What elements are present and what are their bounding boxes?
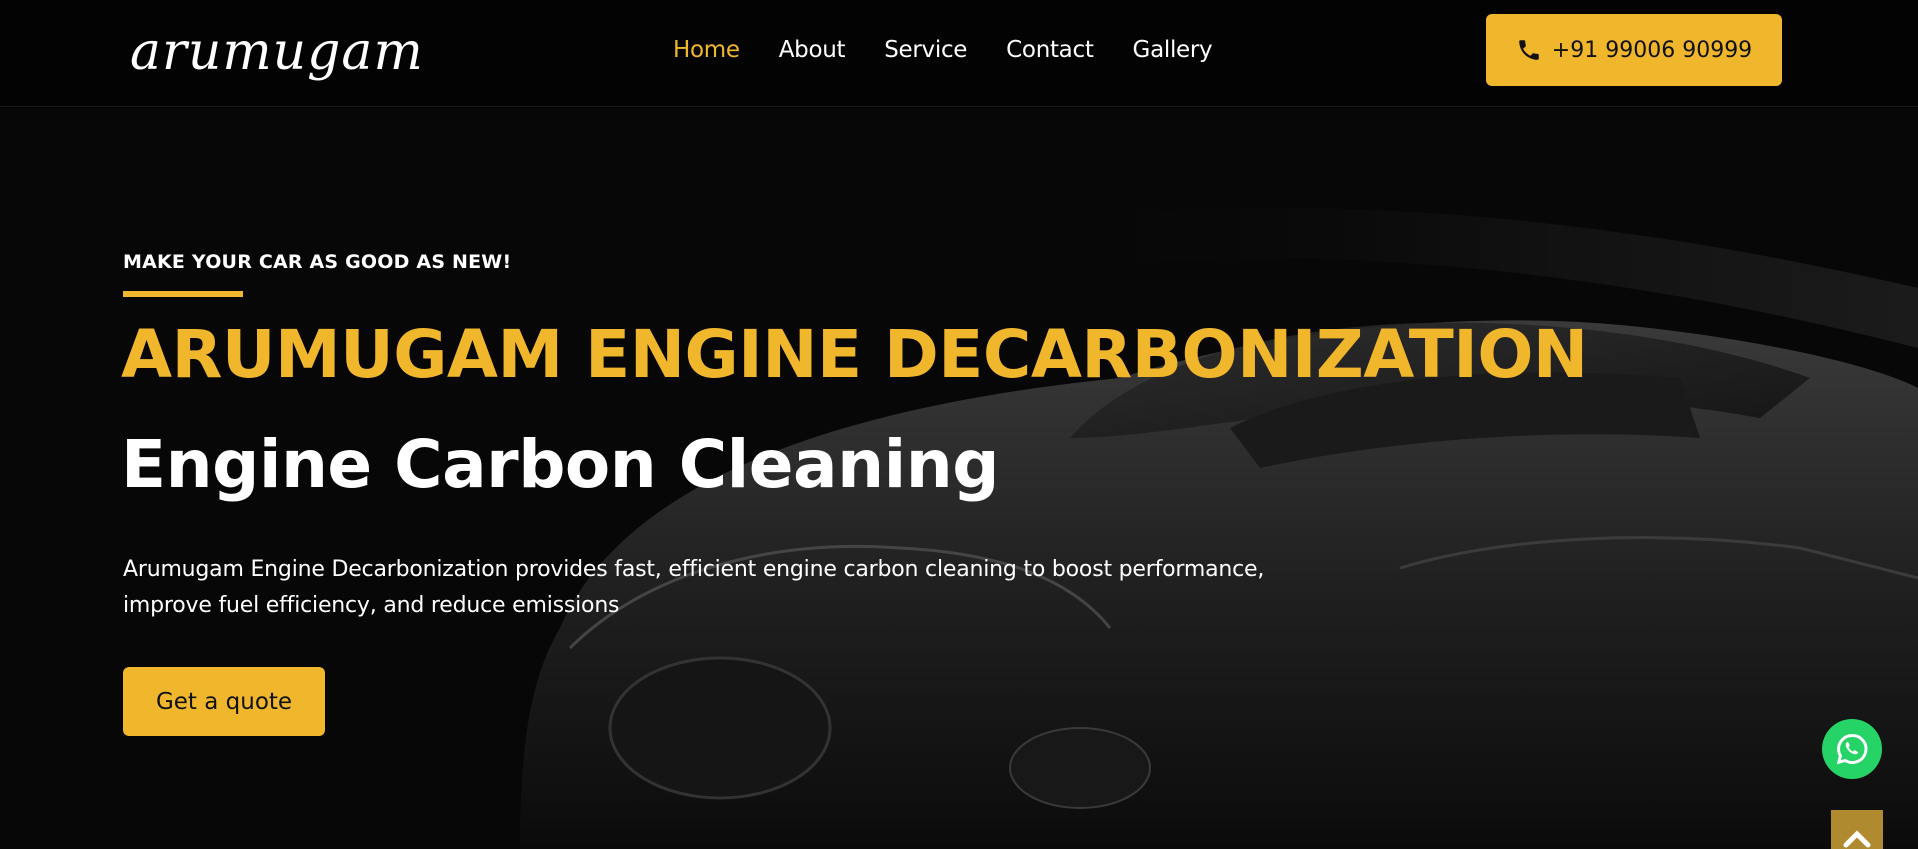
brand-logo[interactable]: arumugam bbox=[130, 22, 423, 82]
eyebrow-underline bbox=[123, 291, 243, 297]
hero-headline: ARUMUGAM ENGINE DECARBONIZATION bbox=[121, 316, 1588, 393]
nav-service[interactable]: Service bbox=[884, 37, 967, 63]
hero-section: MAKE YOUR CAR AS GOOD AS NEW! ARUMUGAM E… bbox=[0, 108, 1918, 849]
nav-contact[interactable]: Contact bbox=[1006, 37, 1094, 63]
scroll-to-top-button[interactable] bbox=[1831, 810, 1883, 849]
nav-home[interactable]: Home bbox=[673, 37, 740, 63]
chevron-up-icon bbox=[1843, 830, 1871, 848]
site-header: arumugam Home About Service Contact Gall… bbox=[0, 0, 1918, 107]
hero-eyebrow: MAKE YOUR CAR AS GOOD AS NEW! bbox=[123, 251, 512, 273]
call-button[interactable]: +91 99006 90999 bbox=[1486, 14, 1782, 86]
get-quote-button[interactable]: Get a quote bbox=[123, 667, 325, 736]
nav-gallery[interactable]: Gallery bbox=[1133, 37, 1213, 63]
whatsapp-button[interactable] bbox=[1822, 719, 1882, 779]
phone-number: +91 99006 90999 bbox=[1551, 37, 1753, 63]
phone-icon bbox=[1519, 40, 1539, 60]
nav-about[interactable]: About bbox=[779, 37, 846, 63]
whatsapp-icon bbox=[1836, 734, 1868, 765]
hero-subheading: Engine Carbon Cleaning bbox=[121, 426, 999, 503]
hero-description: Arumugam Engine Decarbonization provides… bbox=[123, 557, 1265, 618]
main-nav: Home About Service Contact Gallery bbox=[673, 34, 1213, 66]
